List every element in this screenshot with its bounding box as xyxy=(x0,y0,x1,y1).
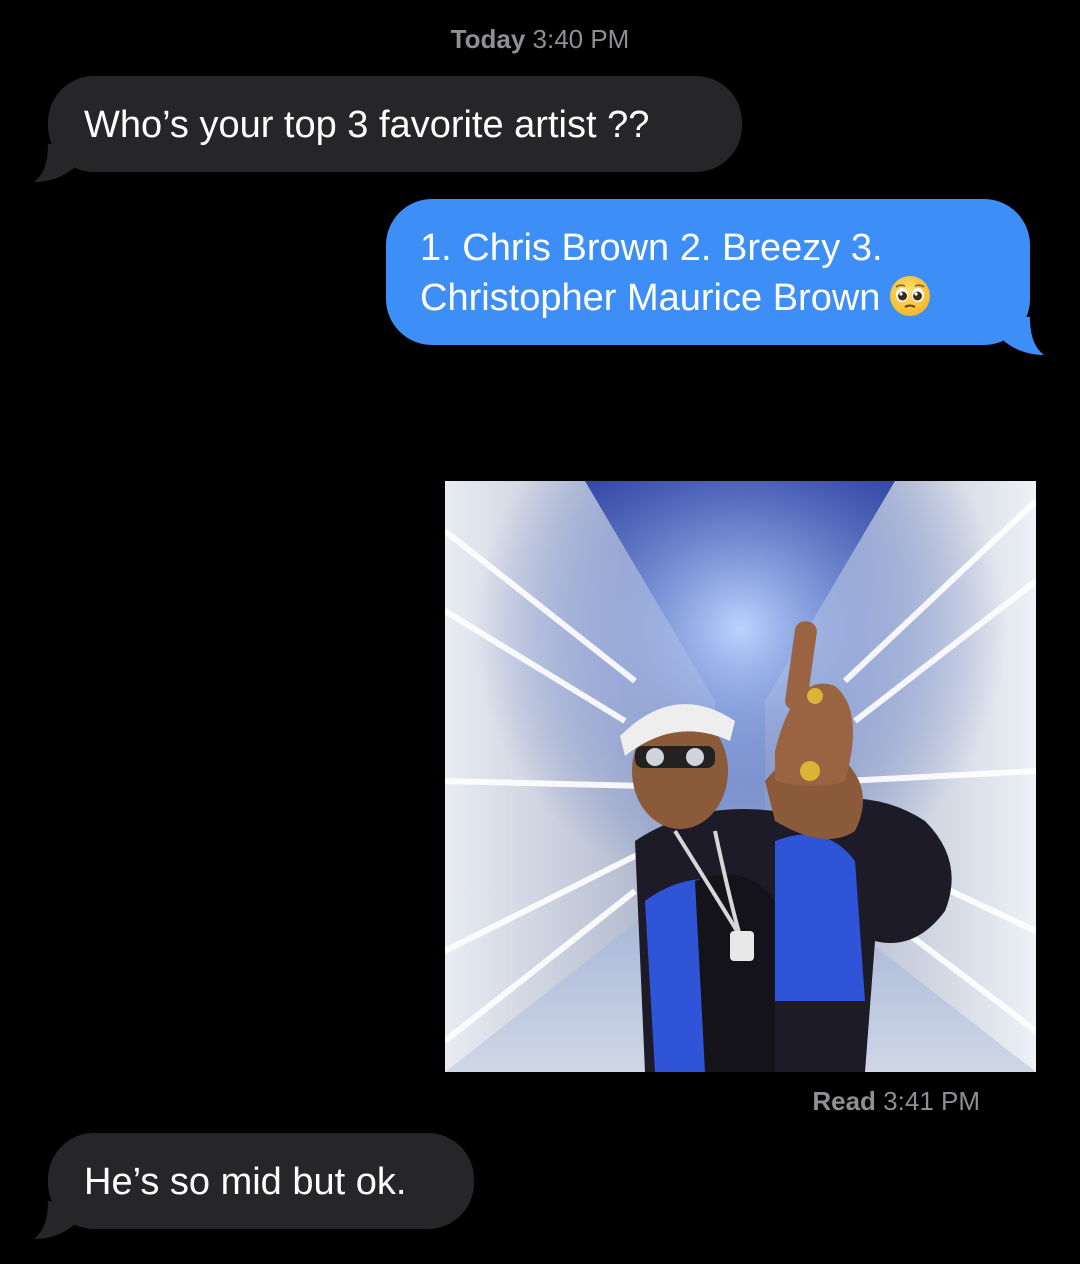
incoming-message-bubble[interactable]: He’s so mid but ok. xyxy=(34,1133,474,1239)
read-time: 3:41 PM xyxy=(883,1086,980,1116)
bubble-tail-icon xyxy=(34,1201,74,1239)
message-text: He’s so mid but ok. xyxy=(84,1161,407,1203)
bubble-tail-icon xyxy=(1004,317,1044,355)
gif-image-icon xyxy=(445,481,1036,1072)
message-text: Who’s your top 3 favorite artist ?? xyxy=(84,104,650,146)
outgoing-message-bubble[interactable]: 1. Chris Brown 2. Breezy 3. Christopher … xyxy=(386,199,1044,355)
bubble-tail-icon xyxy=(34,144,74,182)
message-text: 1. Chris Brown 2. Breezy 3. Christopher … xyxy=(420,227,883,319)
timestamp-time: 3:40 PM xyxy=(532,24,630,54)
thread-timestamp: Today 3:40 PM xyxy=(0,24,1080,55)
read-receipt: Read 3:41 PM xyxy=(812,1086,980,1117)
read-label: Read xyxy=(812,1086,876,1116)
incoming-message-bubble[interactable]: Who’s your top 3 favorite artist ?? xyxy=(34,76,742,182)
pleading-face-emoji-icon xyxy=(890,276,931,316)
timestamp-day: Today xyxy=(450,24,526,54)
gif-image[interactable] xyxy=(445,481,1036,1072)
